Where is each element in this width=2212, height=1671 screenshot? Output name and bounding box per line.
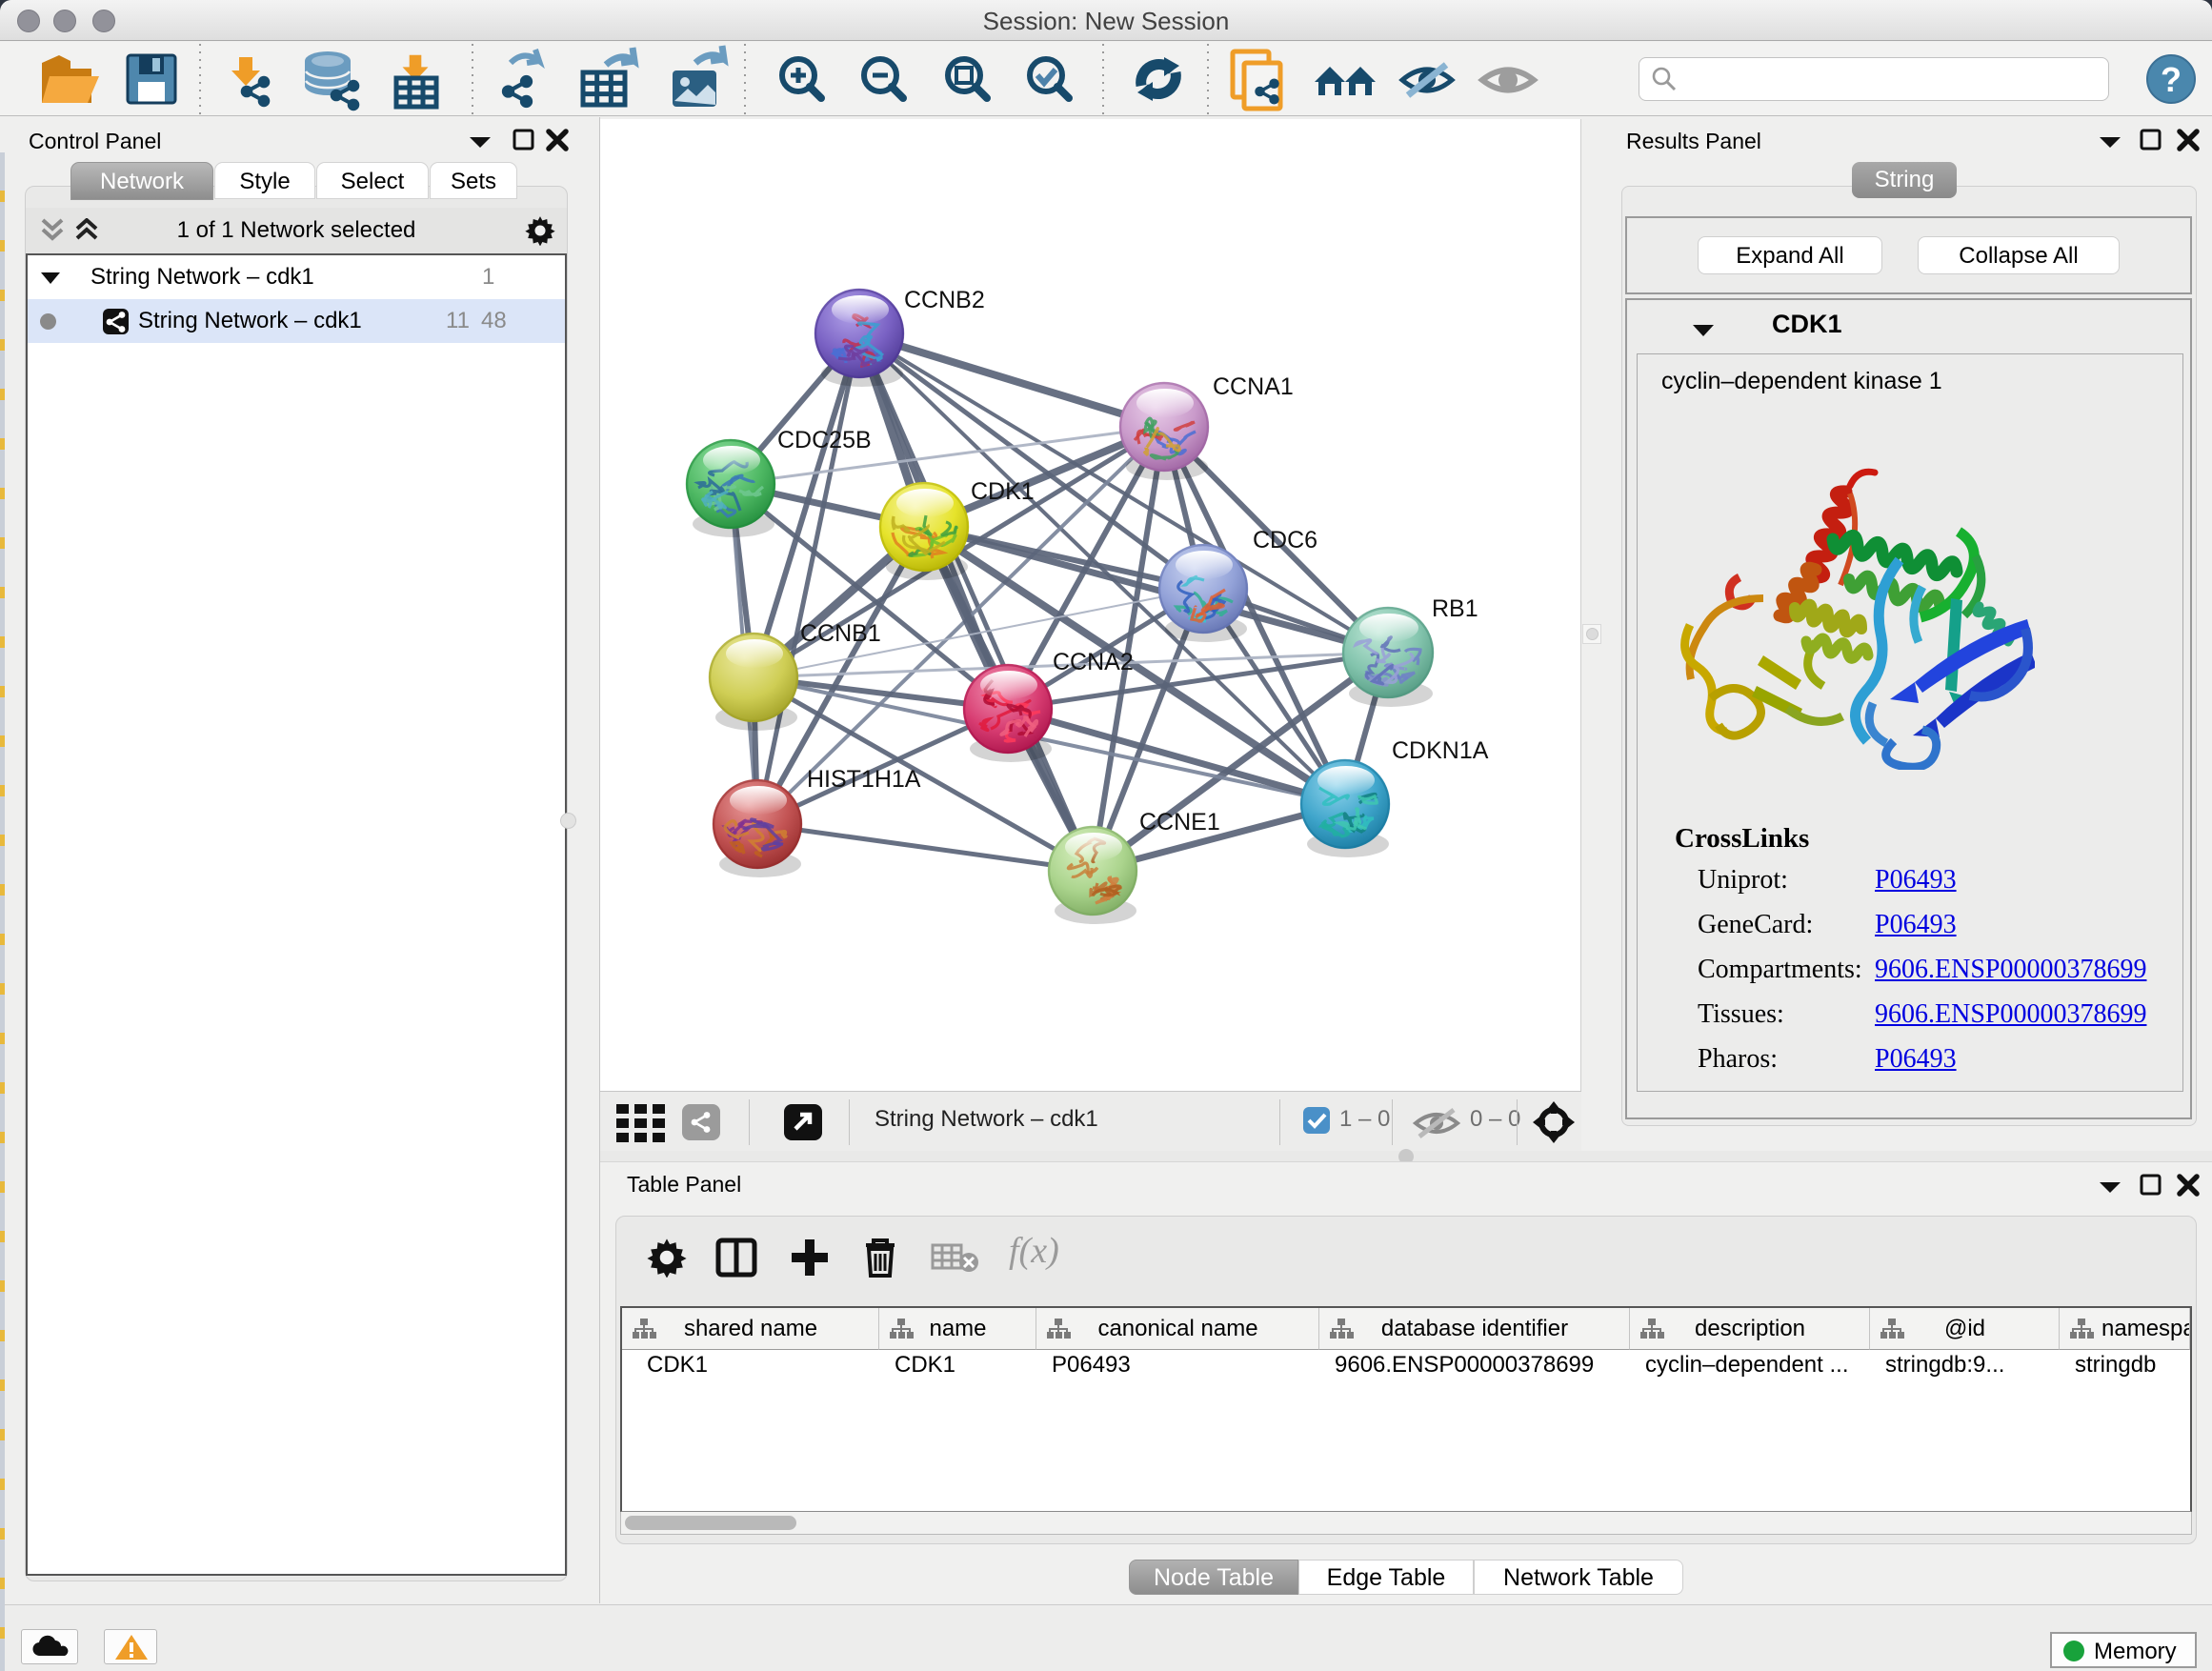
- svg-text:CCNA1: CCNA1: [1213, 373, 1294, 400]
- svg-text:CCNB1: CCNB1: [800, 620, 881, 647]
- svg-text:RB1: RB1: [1432, 595, 1478, 622]
- svg-text:CDC25B: CDC25B: [777, 427, 872, 453]
- svg-text:CDKN1A: CDKN1A: [1392, 737, 1489, 764]
- svg-text:CDC6: CDC6: [1253, 527, 1317, 554]
- svg-text:HIST1H1A: HIST1H1A: [807, 766, 921, 793]
- svg-text:CCNB2: CCNB2: [904, 287, 985, 313]
- svg-text:CCNE1: CCNE1: [1139, 809, 1220, 836]
- svg-text:CCNA2: CCNA2: [1053, 649, 1134, 675]
- svg-text:CDK1: CDK1: [971, 478, 1035, 505]
